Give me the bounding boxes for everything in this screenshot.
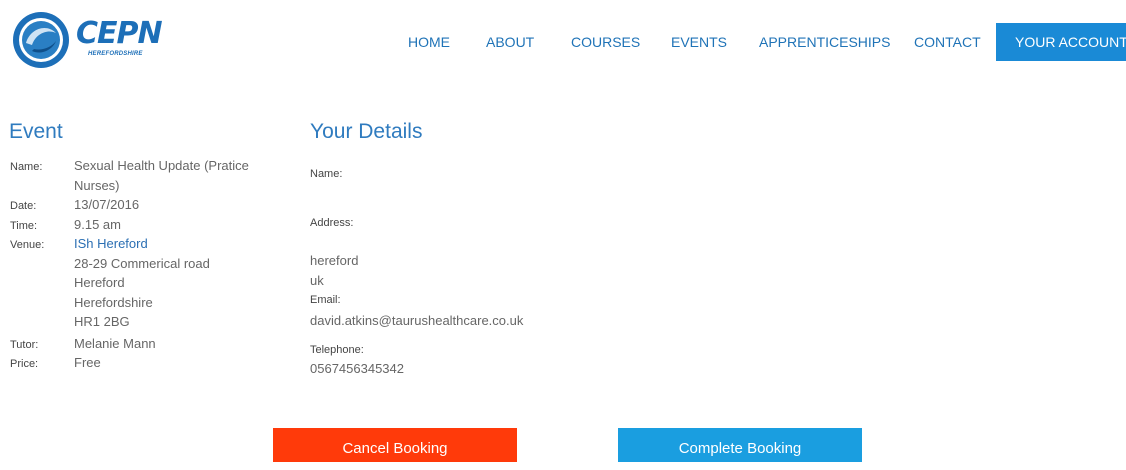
nav-apprenticeships[interactable]: APPRENTICESHIPS — [759, 23, 890, 61]
cancel-booking-button[interactable]: Cancel Booking — [273, 428, 517, 462]
event-tutor-value: Melanie Mann — [74, 336, 156, 351]
event-venue-link[interactable]: ISh Hereford — [74, 234, 279, 254]
event-price-label: Price: — [10, 358, 39, 370]
nav-home[interactable]: HOME — [408, 23, 450, 61]
details-address-label: Address: — [310, 217, 354, 229]
event-venue-line-1: 28-29 Commerical road — [74, 255, 210, 271]
details-name-label: Name: — [310, 168, 343, 180]
details-email-label: Email: — [310, 294, 341, 306]
event-heading: Event — [9, 120, 63, 143]
nav-events[interactable]: EVENTS — [671, 23, 727, 61]
logo-emblem-icon — [13, 12, 69, 68]
event-date-value: 13/07/2016 — [74, 197, 140, 212]
event-name-line-1: Sexual Health Update (Pratice — [74, 158, 249, 173]
nav-contact[interactable]: CONTACT — [914, 23, 981, 61]
event-time-value: 9.15 am — [74, 217, 121, 232]
event-time-label: Time: — [10, 220, 38, 232]
cepn-logo[interactable]: CEPN HEREFORDSHIRE — [12, 11, 163, 71]
logo-subtitle: HEREFORDSHIRE — [88, 51, 143, 57]
nav-your-account[interactable]: YOUR ACCOUNT — [996, 23, 1126, 61]
your-details-heading: Your Details — [310, 120, 423, 143]
nav-about[interactable]: ABOUT — [486, 23, 534, 61]
event-price-value: Free — [74, 355, 101, 370]
details-address-line-2: uk — [310, 273, 324, 288]
nav-courses[interactable]: COURSES — [571, 23, 640, 61]
event-date-label: Date: — [10, 200, 37, 212]
event-venue-line-3: Herefordshire — [74, 294, 153, 310]
event-name-line-2: Nurses) — [74, 177, 120, 193]
complete-booking-button[interactable]: Complete Booking — [618, 428, 862, 462]
event-venue-label: Venue: — [10, 239, 45, 251]
event-tutor-label: Tutor: — [10, 339, 39, 351]
site-header: CEPN HEREFORDSHIRE HOME ABOUT COURSES EV… — [0, 0, 1126, 90]
event-venue-line-2: Hereford — [74, 275, 125, 290]
event-name-label: Name: — [10, 161, 43, 173]
event-venue-line-4: HR1 2BG — [74, 314, 130, 329]
details-telephone-value: 0567456345342 — [310, 361, 404, 376]
details-address-line-1: hereford — [310, 253, 359, 268]
details-email-value: david.atkins@taurushealthcare.co.uk — [310, 313, 524, 328]
details-telephone-label: Telephone: — [310, 344, 364, 356]
logo-wordmark: CEPN — [76, 16, 163, 51]
